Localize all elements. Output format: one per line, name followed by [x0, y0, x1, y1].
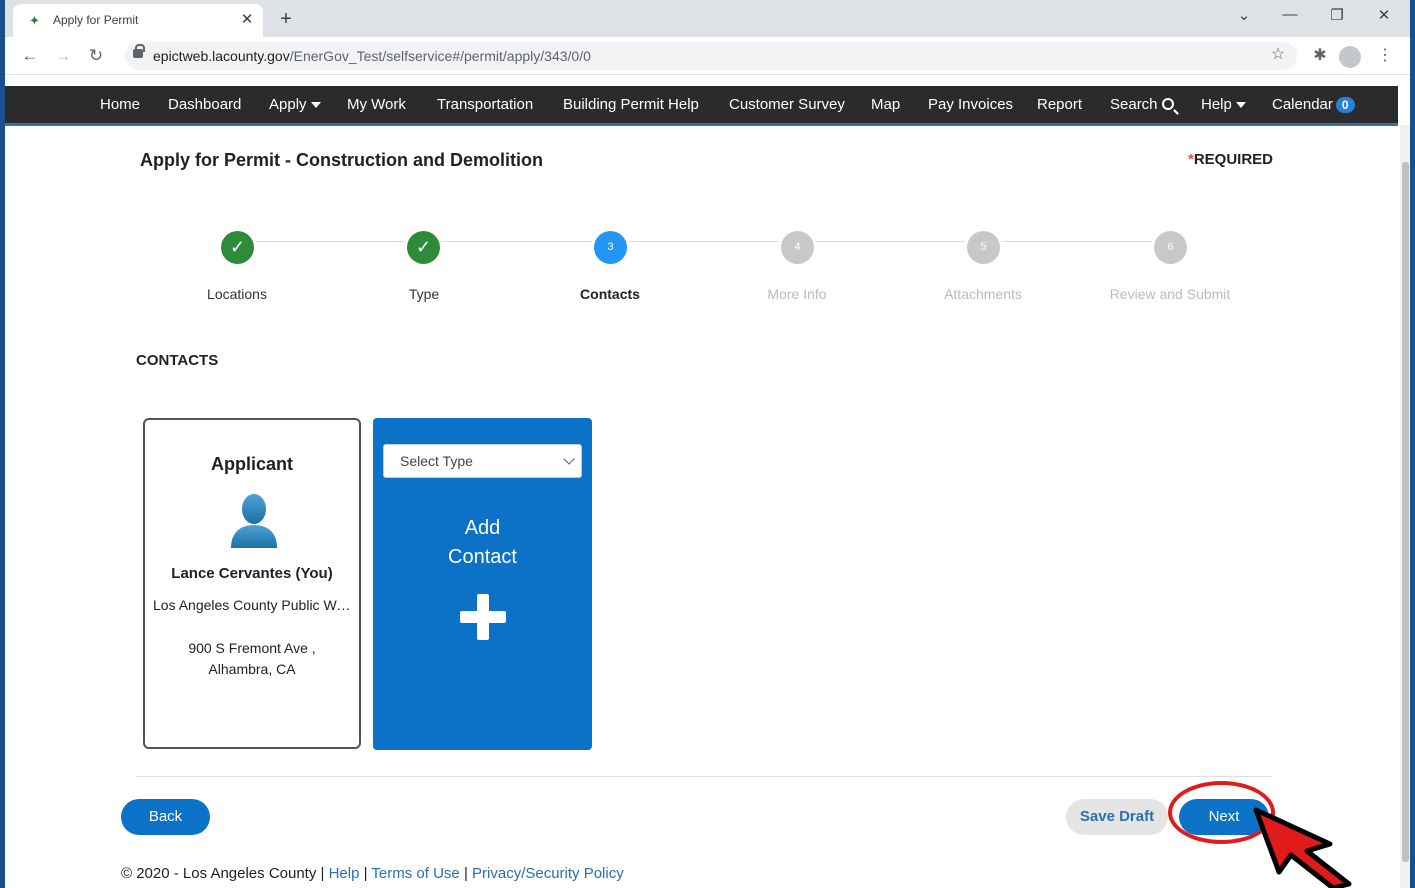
nav-home[interactable]: Home	[100, 96, 140, 113]
person-avatar-icon	[231, 494, 277, 548]
nav-search[interactable]: Search	[1110, 96, 1174, 113]
site-favicon-icon: ✦	[29, 13, 40, 28]
nav-dashboard[interactable]: Dashboard	[168, 96, 241, 113]
caret-down-icon	[1235, 102, 1246, 109]
step-contacts-marker[interactable]: 3	[594, 231, 627, 264]
contact-type-select[interactable]: Select Type	[383, 444, 582, 478]
save-draft-button[interactable]: Save Draft	[1066, 799, 1168, 835]
footer-help-link[interactable]: Help	[329, 865, 360, 882]
required-indicator: *REQUIRED	[1188, 151, 1274, 168]
step-connector	[255, 241, 405, 242]
divider	[136, 776, 1272, 777]
contact-role: Applicant	[210, 454, 293, 474]
step-connector	[442, 241, 592, 242]
nav-my-work[interactable]: My Work	[347, 96, 406, 113]
back-arrow-icon[interactable]: ←	[19, 45, 41, 67]
step-connector	[1002, 241, 1152, 242]
lock-icon	[133, 44, 145, 58]
nav-report[interactable]: Report	[1037, 96, 1082, 113]
chevron-down-icon	[563, 453, 575, 465]
browser-menu-icon[interactable]: ⋮	[1374, 45, 1396, 67]
step-locations-check-icon[interactable]: ✓	[221, 231, 254, 264]
bookmark-star-icon[interactable]: ☆	[1267, 44, 1289, 66]
step-type-check-icon[interactable]: ✓	[407, 231, 440, 264]
step-more-info-marker: 4	[781, 231, 814, 264]
page-footer: © 2020 - Los Angeles County | Help | Ter…	[121, 865, 624, 882]
browser-window: ✦ Apply for Permit ✕ + ⌄ — ❐ ✕ ← → ↻ epi…	[5, 0, 1410, 888]
page-title: Apply for Permit - Construction and Demo…	[140, 150, 544, 170]
tab-search-chevron-icon[interactable]: ⌄	[1229, 6, 1259, 24]
annotation-arrow-icon	[1253, 807, 1352, 888]
nav-transportation[interactable]: Transportation	[437, 96, 533, 113]
step-review-marker: 6	[1154, 231, 1187, 264]
applicant-contact-card[interactable]: Applicant Lance Cervantes (You) Los Ange…	[143, 418, 361, 749]
step-label-locations[interactable]: Locations	[137, 286, 337, 302]
step-label-contacts[interactable]: Contacts	[510, 286, 710, 302]
contact-address: 900 S Fremont Ave , Alhambra, CA	[188, 640, 316, 677]
nav-calendar[interactable]: Calendar 0	[1272, 96, 1355, 113]
browser-toolbar: ← → ↻ epictweb.lacounty.gov/EnerGov_Test…	[5, 37, 1410, 75]
step-label-more-info: More Info	[767, 286, 827, 302]
add-contact-card[interactable]: Select Type Add Contact	[373, 418, 592, 750]
contacts-heading: CONTACTS	[136, 352, 219, 369]
new-tab-icon[interactable]: +	[275, 8, 297, 30]
nav-pay-invoices[interactable]: Pay Invoices	[928, 96, 1013, 113]
footer-terms-link[interactable]: Terms of Use	[371, 865, 459, 882]
nav-apply[interactable]: Apply	[269, 96, 321, 113]
restore-icon[interactable]: ❐	[1322, 6, 1352, 24]
step-attachments-marker: 5	[967, 231, 1000, 264]
caret-down-icon	[310, 102, 321, 109]
step-connector	[629, 241, 779, 242]
url-text[interactable]: epictweb.lacounty.gov/EnerGov_Test/selfs…	[153, 48, 591, 64]
browser-tab[interactable]: ✦ Apply for Permit ✕	[13, 4, 263, 37]
nav-building-permit-help[interactable]: Building Permit Help	[563, 96, 699, 113]
tab-strip: ✦ Apply for Permit ✕ + ⌄ — ❐ ✕	[5, 0, 1410, 37]
step-connector	[815, 241, 965, 242]
minimize-icon[interactable]: —	[1275, 6, 1305, 23]
plus-icon[interactable]	[460, 611, 506, 623]
address-bar[interactable]: epictweb.lacounty.gov/EnerGov_Test/selfs…	[125, 42, 1297, 70]
add-contact-label[interactable]: Add Contact	[373, 514, 592, 572]
step-label-review: Review and Submit	[1109, 286, 1231, 302]
extensions-puzzle-icon[interactable]: ✱	[1309, 45, 1331, 67]
tab-title: Apply for Permit	[53, 13, 139, 27]
page-scrollbar-thumb[interactable]	[1402, 162, 1409, 862]
step-label-attachments: Attachments	[944, 286, 1022, 302]
tab-close-icon[interactable]: ✕	[237, 10, 257, 30]
profile-avatar-icon[interactable]	[1339, 46, 1361, 68]
nav-customer-survey[interactable]: Customer Survey	[729, 96, 845, 113]
contact-name: Lance Cervantes (You)	[171, 565, 333, 582]
nav-map[interactable]: Map	[871, 96, 900, 113]
back-button[interactable]: Back	[121, 799, 210, 835]
search-icon	[1161, 98, 1174, 110]
forward-arrow-icon[interactable]: →	[52, 45, 74, 67]
step-label-type[interactable]: Type	[324, 286, 524, 302]
contact-organization: Los Angeles County Public Works	[153, 597, 353, 613]
footer-privacy-link[interactable]: Privacy/Security Policy	[472, 865, 624, 882]
calendar-count-badge: 0	[1335, 97, 1355, 113]
site-navbar: Home Dashboard Apply My Work Transportat…	[5, 86, 1398, 126]
reload-icon[interactable]: ↻	[85, 45, 107, 67]
window-close-icon[interactable]: ✕	[1369, 6, 1399, 24]
nav-help[interactable]: Help	[1201, 96, 1246, 113]
